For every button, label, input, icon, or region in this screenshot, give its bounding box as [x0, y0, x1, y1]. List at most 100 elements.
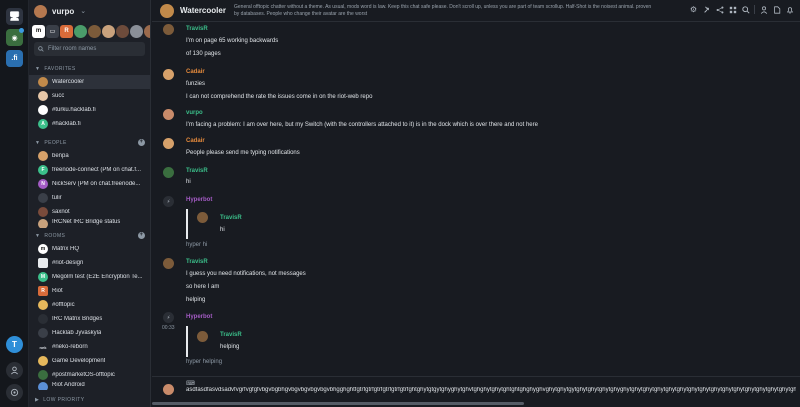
room-avatar — [38, 258, 48, 268]
sender-avatar[interactable] — [163, 138, 174, 149]
room-search-input[interactable]: Filter room names — [34, 42, 145, 56]
room-header-avatar[interactable] — [160, 3, 174, 18]
members-icon[interactable] — [759, 5, 768, 14]
room-avatar — [38, 207, 48, 217]
room-item-hacklab-jyvaskyla[interactable]: Hacklab Jyväskylä — [29, 326, 150, 340]
add-person-icon[interactable]: + — [138, 139, 145, 146]
sender-name[interactable]: Cadair — [186, 138, 205, 144]
section-header-people[interactable]: ▼ PEOPLE + — [29, 136, 150, 149]
room-item-game-development[interactable]: Game Development — [29, 354, 150, 368]
avatar-filter-5[interactable] — [130, 24, 143, 38]
room-item-ircnet-bridge[interactable]: IRCNet IRC Bridge status — [29, 219, 150, 228]
sender-name[interactable]: TravisR — [186, 26, 208, 32]
monitor-filter-icon[interactable]: ▭ — [46, 24, 59, 38]
room-avatar — [38, 370, 48, 380]
share-icon[interactable] — [715, 5, 724, 14]
room-item-megolm-test[interactable]: M Megolm test (E2E Encryption Te... — [29, 270, 150, 284]
composer-scrollbar[interactable] — [152, 402, 800, 405]
room-item-neko-reborn[interactable]: nek #neko-reborn — [29, 340, 150, 354]
sender-name[interactable]: vurpo — [186, 110, 203, 116]
quote-body: hi — [220, 227, 225, 233]
sender-name[interactable]: Hyperbot — [186, 197, 212, 203]
search-icon[interactable] — [741, 5, 750, 14]
room-item-riot-design[interactable]: #riot-design — [29, 256, 150, 270]
sender-avatar[interactable] — [163, 109, 174, 120]
sender-avatar[interactable] — [163, 167, 174, 178]
sender-avatar[interactable] — [163, 258, 174, 269]
room-avatar — [38, 314, 48, 324]
sender-name[interactable]: Hyperbot — [186, 314, 212, 320]
section-header-rooms[interactable]: ▼ ROOMS + — [29, 229, 150, 242]
message-body: funzies — [186, 81, 206, 87]
message-body: hi — [186, 179, 191, 185]
room-list-panel: vurpo ⌄ m ▭ R Filter room names ▼ FAVORI… — [29, 0, 151, 407]
avatar-filter-3[interactable] — [102, 24, 115, 38]
apps-grid-icon[interactable] — [728, 5, 737, 14]
message-timeline[interactable]: TravisR I'm on page 65 working backwards… — [152, 22, 800, 376]
unread-badge — [19, 28, 24, 33]
sender-name[interactable]: TravisR — [186, 168, 208, 174]
room-item-freenode-connect[interactable]: F freenode-connect (PM on chat.f... — [29, 163, 150, 177]
avatar-filter-1[interactable] — [74, 24, 87, 38]
room-item-turku[interactable]: #turku.hacklab.fi — [29, 103, 150, 117]
room-title[interactable]: Watercooler — [180, 6, 230, 15]
room-avatar — [38, 356, 48, 366]
space-home-avatar[interactable]: 🖥 — [6, 8, 23, 25]
space-hacklab-avatar[interactable]: ◉ — [6, 28, 24, 46]
sender-name[interactable]: TravisR — [186, 259, 208, 265]
room-avatar: M — [38, 272, 48, 282]
room-item-saxnot[interactable]: saxnot — [29, 205, 150, 219]
room-item-irc-matrix-bridges[interactable]: IRC Matrix Bridges — [29, 312, 150, 326]
room-item-riot[interactable]: R Riot — [29, 284, 150, 298]
reply-body: hyper helping — [186, 359, 223, 365]
room-avatar — [38, 219, 48, 228]
collapse-triangle-icon: ▼ — [35, 65, 41, 72]
people-icon[interactable] — [6, 362, 23, 379]
avatar-filter-6[interactable] — [144, 24, 150, 38]
r-filter-icon[interactable]: R — [60, 24, 73, 38]
room-item-tulir[interactable]: tulir — [29, 191, 150, 205]
room-item-riot-android[interactable]: Riot Android — [29, 382, 150, 390]
room-avatar: R — [38, 286, 48, 296]
room-item-postmarketos-offtopic[interactable]: #postmarketOS-offtopic — [29, 368, 150, 382]
quote-sender: TravisR — [220, 215, 242, 221]
sender-avatar[interactable] — [163, 24, 174, 35]
avatar-filter-2[interactable] — [88, 24, 101, 38]
user-menu[interactable]: vurpo ⌄ — [29, 0, 150, 22]
notifications-bell-icon[interactable] — [785, 5, 794, 14]
room-item-benpa[interactable]: benpa — [29, 149, 150, 163]
reply-quote[interactable]: TravisR hi — [186, 209, 486, 239]
composer-input[interactable]: asdfasdfasvdsadvfvgrfvgfgfvbgvbgbhgvbgvb… — [186, 387, 796, 393]
user-name: vurpo — [52, 6, 75, 16]
room-avatar — [38, 193, 48, 203]
search-icon — [38, 46, 44, 52]
room-avatar — [38, 151, 48, 161]
settings-gear-icon[interactable]: ⚙ — [689, 5, 698, 14]
room-item-offtopic[interactable]: #offtopic — [29, 298, 150, 312]
bot-lightning-icon[interactable]: ⚡ — [163, 312, 174, 323]
room-item-succ[interactable]: succ — [29, 89, 150, 103]
section-header-low-priority[interactable]: ▶ LOW PRIORITY — [29, 393, 150, 406]
files-icon[interactable] — [772, 5, 781, 14]
section-header-favorites[interactable]: ▼ FAVORITES — [29, 62, 150, 75]
reply-quote[interactable]: TravisR helping — [186, 326, 486, 357]
explore-icon[interactable] — [6, 384, 23, 401]
user-avatar-t[interactable]: T — [6, 336, 23, 353]
avatar-filter-4[interactable] — [116, 24, 129, 38]
bot-lightning-icon[interactable]: ⚡ — [163, 196, 174, 207]
room-item-matrix-hq[interactable]: m Matrix HQ — [29, 242, 150, 256]
add-room-icon[interactable]: + — [138, 232, 145, 239]
community-filter-strip: m ▭ R — [29, 22, 150, 40]
room-item-nickserv[interactable]: N NickServ (PM on chat.freenode... — [29, 177, 150, 191]
riot-filter-icon[interactable]: m — [32, 24, 45, 38]
sender-name[interactable]: Cadair — [186, 69, 205, 75]
sender-avatar[interactable] — [163, 69, 174, 80]
space-fi-avatar[interactable]: .fi — [6, 50, 23, 67]
room-item-hacklab[interactable]: A #hacklab.fi — [29, 117, 150, 131]
pin-icon[interactable] — [702, 5, 711, 14]
room-item-watercooler[interactable]: Watercooler — [29, 75, 150, 89]
scrollbar-thumb[interactable] — [152, 402, 524, 405]
composer-avatar — [163, 384, 174, 395]
format-icon[interactable]: ⌨ — [186, 380, 195, 387]
toolbar-divider — [754, 5, 755, 14]
